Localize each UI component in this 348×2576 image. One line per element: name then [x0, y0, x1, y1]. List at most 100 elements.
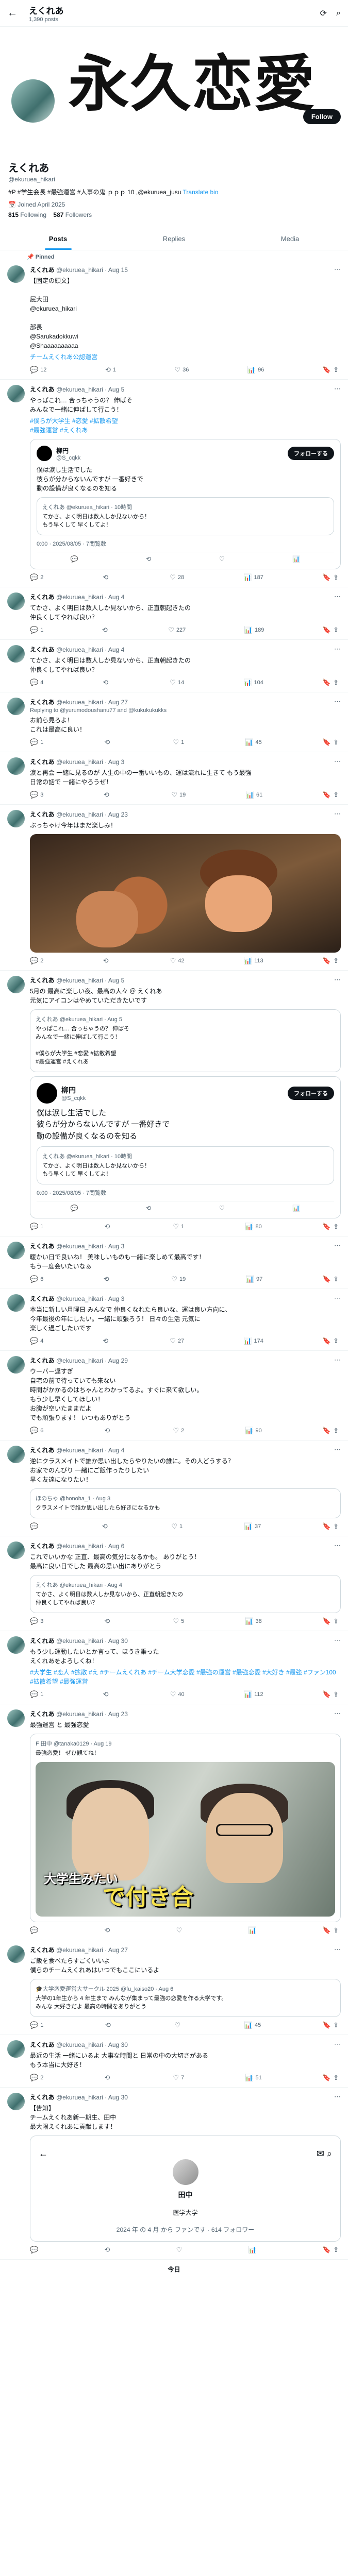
post-avatar[interactable] — [7, 698, 25, 716]
more-icon[interactable]: ⋯ — [334, 1636, 341, 1645]
card-author[interactable]: 柳円 — [61, 1085, 86, 1095]
post-author[interactable]: えくれあ — [30, 266, 55, 274]
reply-button[interactable]: 💬 1 — [30, 1690, 43, 1699]
like-button[interactable]: ♡ 42 — [170, 957, 185, 965]
reply-button[interactable]: 💬 1 — [30, 626, 43, 634]
post-avatar[interactable] — [7, 976, 25, 994]
more-icon[interactable]: ⋯ — [334, 1356, 341, 1364]
bookmark-share[interactable]: 🔖 ⇪ — [323, 679, 339, 687]
post[interactable]: ⋯ えくれあ @ekuruea_hikari · Aug 30 【告知】 チームえく… — [0, 2088, 348, 2260]
card-reply-icon[interactable]: 💬 — [71, 555, 78, 563]
more-icon[interactable]: ⋯ — [334, 1945, 341, 1954]
translate-bio-link[interactable]: Translate bio — [183, 189, 219, 196]
reply-button[interactable]: 💬 1 — [30, 2021, 43, 2029]
like-button[interactable]: ♡ 28 — [170, 573, 184, 582]
more-icon[interactable]: ⋯ — [334, 265, 341, 274]
views-button[interactable]: 📊 80 — [245, 1223, 261, 1231]
post[interactable]: ⋯ えくれあ @ekuruea_hikari · Aug 30 最近の生活 一緒にい… — [0, 2035, 348, 2088]
post-avatar[interactable] — [7, 1541, 25, 1560]
bookmark-share[interactable]: 🔖 ⇪ — [323, 1522, 339, 1531]
repost-button[interactable]: ⟲ — [103, 1337, 110, 1345]
post-image[interactable] — [30, 834, 341, 953]
share-icon[interactable]: ⇪ — [333, 1690, 339, 1699]
more-icon[interactable]: ⋯ — [334, 2093, 341, 2101]
views-button[interactable]: 📊 104 — [243, 679, 263, 687]
following-count[interactable]: 815 — [8, 211, 19, 218]
profile-avatar[interactable] — [9, 77, 57, 125]
views-button[interactable]: 📊 45 — [245, 738, 261, 747]
post-author[interactable]: えくれあ — [30, 646, 55, 653]
post-hashtags[interactable]: #僕らが大学生 #恋愛 #拡散希望 #最強運営 #えくれあ — [30, 416, 341, 435]
bookmark-icon[interactable]: 🔖 — [323, 1337, 331, 1345]
card-repost-icon[interactable]: ⟲ — [146, 1205, 151, 1212]
share-icon[interactable]: ⇪ — [333, 1223, 339, 1231]
post-author[interactable]: えくれあ — [30, 977, 55, 984]
share-icon[interactable]: ⇪ — [333, 1275, 339, 1283]
like-button[interactable]: ♡ 14 — [170, 679, 184, 687]
repost-button[interactable]: ⟲ — [103, 957, 111, 965]
bookmark-icon[interactable]: 🔖 — [323, 1427, 331, 1435]
views-button[interactable]: 📊 112 — [244, 1690, 263, 1699]
bookmark-icon[interactable]: 🔖 — [323, 1275, 331, 1283]
repost-button[interactable]: ⟲ — [103, 679, 110, 687]
reply-button[interactable]: 💬 2 — [30, 2074, 43, 2082]
post[interactable]: ⋯ えくれあ @ekuruea_hikari · Aug 3 本当に新しい月曜日 み… — [0, 1289, 348, 1351]
post-avatar[interactable] — [7, 265, 25, 283]
bookmark-share[interactable]: 🔖 ⇪ — [323, 1617, 339, 1625]
like-button[interactable]: ♡ 2 — [173, 1427, 184, 1435]
reply-button[interactable]: 💬 6 — [30, 1275, 43, 1283]
post[interactable]: ⋯ えくれあ @ekuruea_hikari · Aug 3 涙と再会 一緒に見るの… — [0, 752, 348, 805]
bookmark-icon[interactable]: 🔖 — [323, 738, 331, 747]
repost-button[interactable]: ⟲ — [104, 1223, 112, 1231]
bookmark-icon[interactable]: 🔖 — [323, 366, 331, 374]
bookmark-share[interactable]: 🔖 ⇪ — [323, 1275, 339, 1283]
views-button[interactable]: 📊 174 — [243, 1337, 263, 1345]
share-icon[interactable]: ⇪ — [333, 791, 339, 799]
bookmark-share[interactable]: 🔖 ⇪ — [323, 791, 339, 799]
more-icon[interactable]: ⋯ — [334, 592, 341, 601]
repost-button[interactable]: ⟲ — [104, 1427, 112, 1435]
post[interactable]: ⋯ えくれあ @ekuruea_hikari · Aug 4 てかさ、よく明日は数人… — [0, 587, 348, 640]
quoted-post[interactable]: えくれあ @ekuruea_hikari · Aug 5 やっぱこれ… 合っちゃう… — [30, 1009, 341, 1072]
bookmark-icon[interactable]: 🔖 — [323, 1223, 331, 1231]
repost-button[interactable]: ⟲ — [102, 626, 110, 634]
like-button[interactable]: ♡ 1 — [171, 1522, 183, 1531]
post-author[interactable]: えくれあ — [30, 2041, 55, 2048]
embedded-post-card[interactable]: 柳円 @S_cqkk フォローする 僕は涙し生活でした 彼らが分からないんですが 一番… — [30, 439, 341, 570]
post-author[interactable]: えくれあ — [30, 1710, 55, 1718]
bookmark-icon[interactable]: 🔖 — [323, 1926, 331, 1935]
post[interactable]: ⋯ えくれあ @ekuruea_hikari · Aug 23 ぶっちゃけ今年はまだ… — [0, 805, 348, 971]
bookmark-icon[interactable]: 🔖 — [323, 791, 331, 799]
share-icon[interactable]: ⇪ — [333, 1337, 339, 1345]
quoted-post[interactable]: F 田中 @tanaka0129 · Aug 19 最強恋愛！ ぜひ観てね！ 大学生… — [30, 1734, 341, 1923]
card-follow-button[interactable]: フォローする — [288, 447, 334, 461]
bookmark-share[interactable]: 🔖 ⇪ — [323, 1337, 339, 1345]
post[interactable]: ⋯ えくれあ @ekuruea_hikari · Aug 30 もう少し運動したいと… — [0, 1631, 348, 1705]
repost-button[interactable]: ⟲ — [104, 791, 111, 799]
repost-button[interactable]: ⟲ — [104, 738, 112, 747]
views-button[interactable]: 📊 187 — [243, 573, 263, 582]
profile-card-avatar[interactable] — [171, 2157, 200, 2187]
post[interactable]: ⋯ えくれあ @ekuruea_hikari · Aug 27 ご飯を食べたらすごく… — [0, 1940, 348, 2035]
post-avatar[interactable] — [7, 757, 25, 775]
views-button[interactable]: 📊 51 — [245, 2074, 261, 2082]
post-hashtags[interactable]: チームえくれあ公認運営 — [30, 352, 341, 362]
back-arrow-icon[interactable]: ← — [7, 7, 20, 19]
post-author[interactable]: えくれあ — [30, 594, 55, 601]
post-author[interactable]: えくれあ — [30, 1637, 55, 1645]
quoted-post[interactable]: 🎓大学恋愛運営大サークル 2025 @fu_kaiso20 · Aug 6 大学の… — [30, 1979, 341, 2017]
views-button[interactable]: 📊 — [248, 1926, 258, 1935]
bookmark-share[interactable]: 🔖 ⇪ — [323, 573, 339, 582]
repost-button[interactable]: ⟲ — [104, 2246, 112, 2254]
bookmark-share[interactable]: 🔖 ⇪ — [323, 738, 339, 747]
follow-button[interactable]: Follow — [303, 109, 341, 124]
repost-button[interactable]: ⟲ — [103, 573, 110, 582]
bookmark-icon[interactable]: 🔖 — [323, 1690, 331, 1699]
share-icon[interactable]: ⇪ — [333, 2021, 339, 2029]
profile-card-back-icon[interactable]: ← — [39, 2148, 48, 2159]
reply-button[interactable]: 💬 1 — [30, 738, 43, 747]
like-button[interactable]: ♡ 1 — [173, 1223, 184, 1231]
post-author[interactable]: えくれあ — [30, 1243, 55, 1250]
post-avatar[interactable] — [7, 1446, 25, 1464]
more-icon[interactable]: ⋯ — [334, 757, 341, 766]
